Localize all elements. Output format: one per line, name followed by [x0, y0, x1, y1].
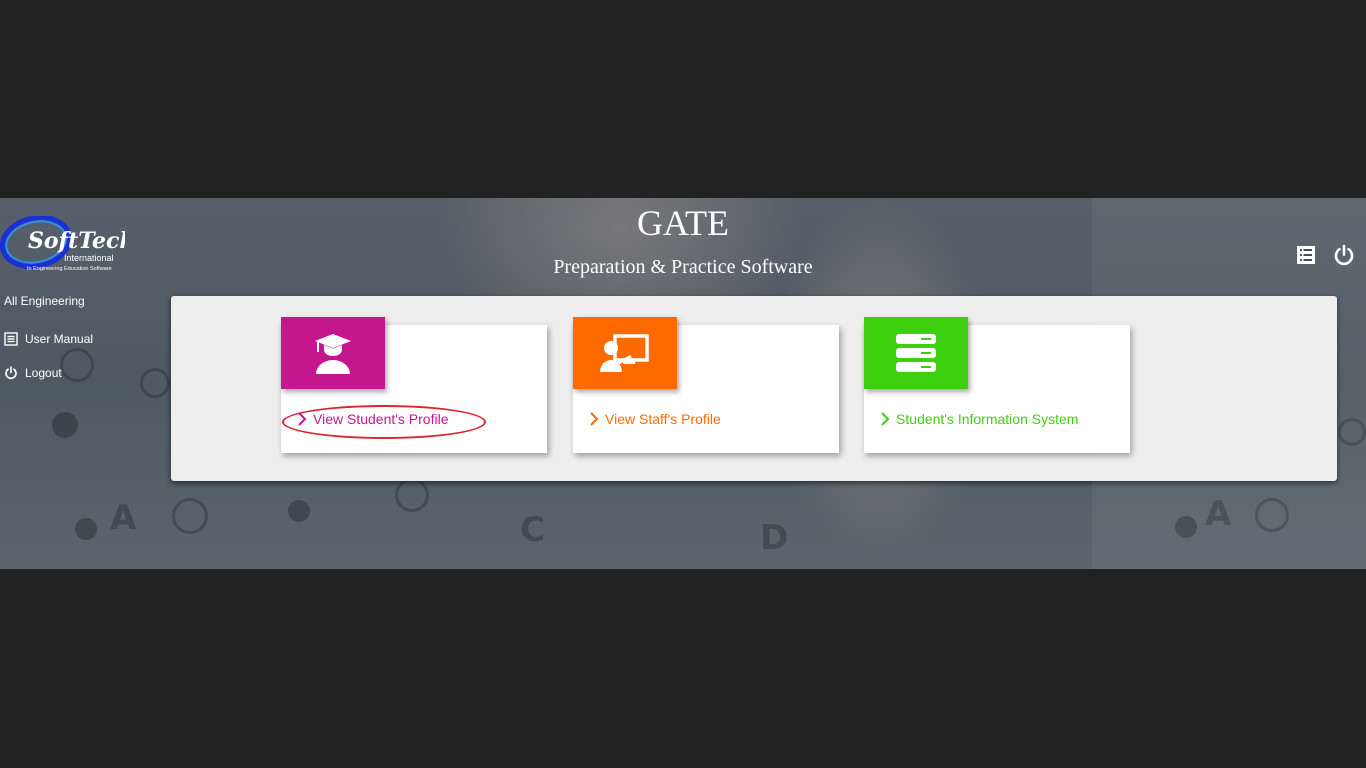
- bg-letter: C: [520, 510, 545, 550]
- sidebar-item-label: User Manual: [25, 332, 94, 346]
- bg-bubble: [60, 348, 94, 382]
- chevron-right-icon: [590, 412, 599, 426]
- student-graduate-icon: [315, 334, 351, 374]
- bg-bubble: [75, 518, 97, 540]
- sidebar-item-label: Logout: [25, 366, 62, 380]
- dashboard-panel: View Student's Profile View Staff's Prof…: [171, 296, 1337, 481]
- card-link-label: View Staff's Profile: [605, 411, 721, 427]
- server-stack-icon: [896, 334, 936, 372]
- card-staff-profile[interactable]: View Staff's Profile: [573, 317, 839, 453]
- card-icon-tile: [281, 317, 385, 389]
- chevron-right-icon: [298, 412, 307, 426]
- view-staff-profile-link[interactable]: View Staff's Profile: [589, 411, 721, 427]
- bg-letter: A: [110, 498, 137, 538]
- bg-bubble: [140, 368, 170, 398]
- app-window: A C D A SoftTech International In Engine…: [0, 198, 1366, 569]
- teacher-board-icon: [600, 334, 649, 372]
- bg-bubble: [172, 498, 208, 534]
- user-manual-button[interactable]: [1295, 244, 1317, 266]
- bg-bubble: [288, 500, 310, 522]
- list-icon: [1297, 246, 1315, 264]
- view-student-profile-link[interactable]: View Student's Profile: [297, 411, 449, 427]
- card-link-label: View Student's Profile: [313, 411, 449, 427]
- bg-bubble: [52, 412, 78, 438]
- bg-letter: A: [1205, 494, 1232, 534]
- card-icon-tile: [864, 317, 968, 389]
- bg-letter: D: [760, 518, 789, 558]
- card-icon-tile: [573, 317, 677, 389]
- bg-bubble: [1175, 516, 1197, 538]
- logout-button[interactable]: [1333, 244, 1355, 266]
- student-information-system-link[interactable]: Student's Information System: [880, 411, 1078, 427]
- list-icon: [4, 332, 18, 346]
- sidebar-item-user-manual[interactable]: User Manual: [4, 332, 93, 346]
- card-link-label: Student's Information System: [896, 411, 1079, 427]
- chevron-right-icon: [881, 412, 890, 426]
- sidebar-item-logout[interactable]: Logout: [4, 366, 62, 380]
- sidebar-category-label[interactable]: All Engineering: [4, 294, 85, 308]
- bg-bubble: [1255, 498, 1289, 532]
- bg-bubble: [395, 478, 429, 512]
- power-icon: [1334, 244, 1354, 266]
- card-student-information-system[interactable]: Student's Information System: [864, 317, 1130, 453]
- card-student-profile[interactable]: View Student's Profile: [281, 317, 547, 453]
- bg-bubble: [1338, 418, 1366, 446]
- power-icon: [4, 366, 18, 380]
- page-subtitle: Preparation & Practice Software: [553, 256, 813, 278]
- page-title: GATE: [637, 203, 729, 243]
